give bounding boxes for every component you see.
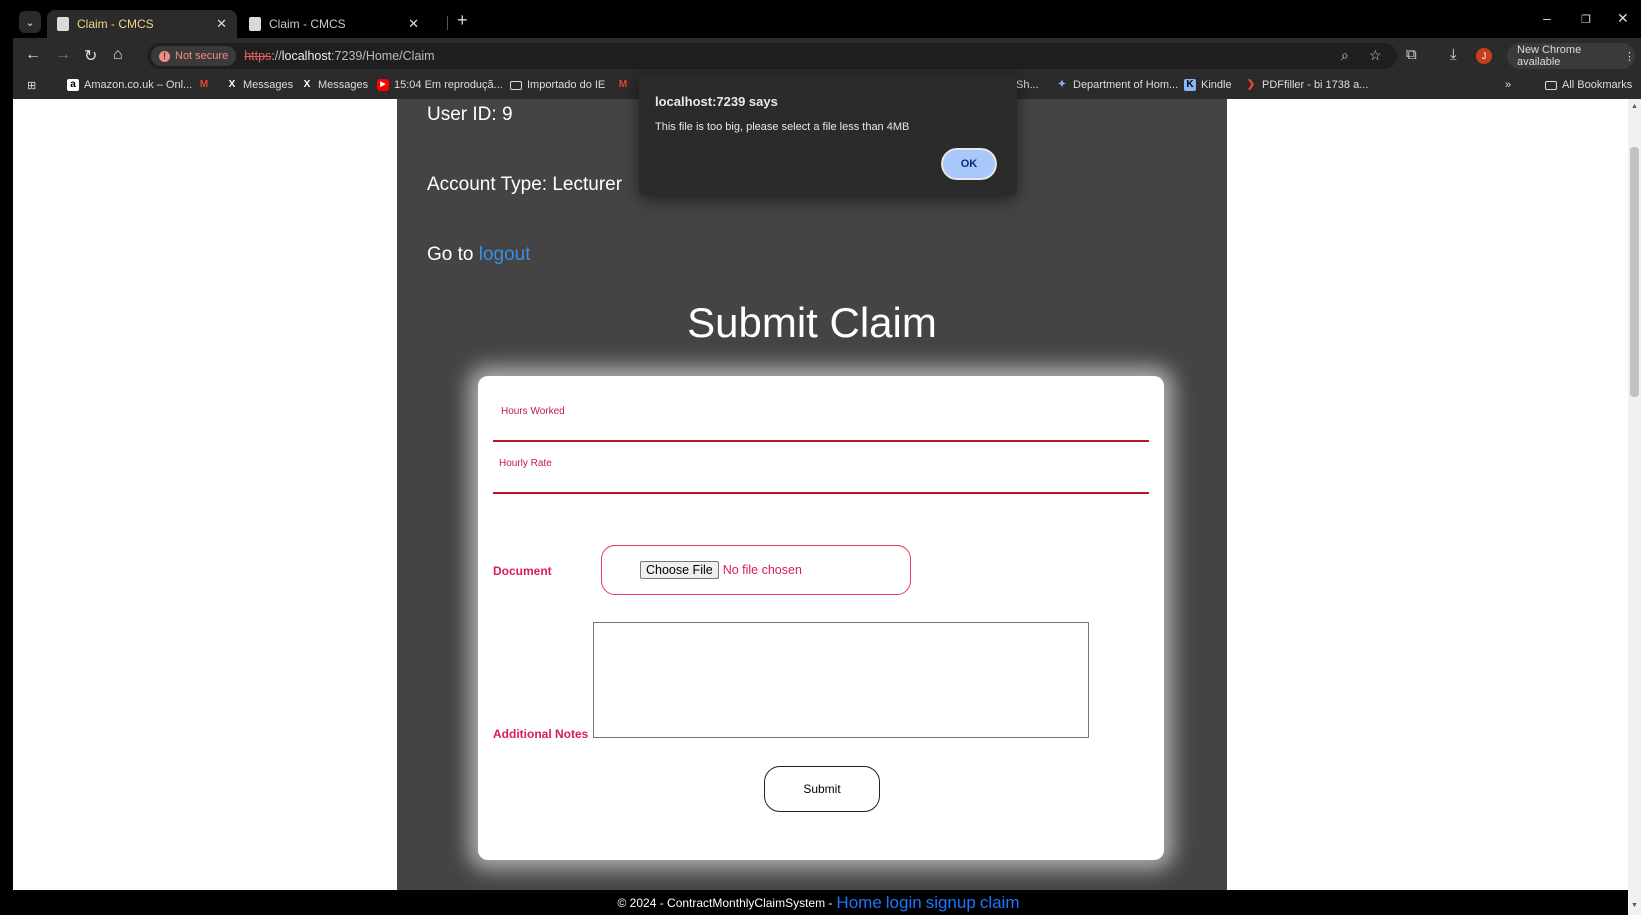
profile-avatar[interactable]: J [1476, 48, 1492, 64]
page-scrollbar[interactable]: ▲ ▼ [1628, 99, 1641, 915]
new-tab-icon[interactable]: + [457, 10, 468, 31]
more-options-icon: ⋮ [1624, 50, 1635, 63]
window-close-icon[interactable]: ✕ [1617, 10, 1629, 27]
x-icon: X [228, 79, 236, 90]
alert-dialog: localhost:7239 says This file is too big… [639, 75, 1017, 196]
page-favicon-icon [249, 17, 261, 31]
bookmark-folder-ie[interactable]: Importado do IE [510, 79, 605, 91]
dialog-title: localhost:7239 says [655, 94, 778, 109]
hours-worked-input[interactable] [493, 440, 1149, 442]
bookmark-gmail[interactable]: M [198, 79, 215, 91]
zoom-icon[interactable]: ⌕ [1341, 47, 1349, 64]
ok-button[interactable]: OK [939, 146, 999, 182]
footer-links: Home login signup claim [836, 893, 1023, 913]
footer-link-home[interactable]: Home [836, 893, 881, 912]
scroll-up-icon[interactable]: ▲ [1631, 103, 1638, 110]
dialog-message: This file is too big, please select a fi… [655, 121, 910, 133]
security-indicator[interactable]: ! Not secure [151, 46, 237, 66]
page-favicon-icon [57, 17, 69, 31]
close-icon[interactable]: ✕ [216, 16, 227, 32]
claim-form-card: Hours Worked Hourly Rate Document Choose… [478, 376, 1164, 860]
page-footer: © 2024 - ContractMonthlyClaimSystem - Ho… [13, 890, 1628, 915]
bookmark-department[interactable]: ✦ Department of Hom... [1056, 79, 1178, 91]
bookmark-gmail-2[interactable]: M [617, 79, 634, 91]
choose-file-button[interactable]: Choose File [640, 561, 719, 579]
star-icon[interactable]: ☆ [1369, 47, 1382, 64]
footer-link-claim[interactable]: claim [980, 893, 1020, 912]
hourly-rate-input[interactable] [493, 492, 1149, 494]
browser-window: ⌄ Claim - CMCS ✕ Claim - CMCS ✕ + – ❐ ✕ … [13, 4, 1641, 915]
scroll-thumb[interactable] [1630, 147, 1639, 397]
chevron-down-icon: ⌄ [25, 16, 35, 29]
bookmark-sh[interactable]: Sh... [1016, 79, 1039, 91]
bookmark-amazon[interactable]: a Amazon.co.uk – Onl... [67, 79, 192, 91]
tab-search-button[interactable]: ⌄ [19, 11, 41, 33]
close-icon[interactable]: ✕ [408, 16, 419, 32]
page-viewport: User ID: 9 Account Type: Lecturer Go to … [13, 99, 1628, 915]
document-file-input[interactable]: Choose File No file chosen [601, 545, 911, 595]
back-arrow-icon[interactable]: ← [25, 46, 41, 64]
youtube-icon: ▶ [377, 79, 389, 91]
page-title: Submit Claim [687, 299, 937, 346]
url-text: https://localhost:7239/Home/Claim [244, 49, 435, 63]
home-icon[interactable]: ⌂ [113, 46, 123, 64]
extensions-icon[interactable]: ⧉ [1406, 46, 1417, 63]
file-status-text: No file chosen [722, 563, 802, 577]
gmail-icon: M [199, 79, 209, 90]
tab-title: Claim - CMCS [269, 17, 346, 31]
tab-strip: ⌄ Claim - CMCS ✕ Claim - CMCS ✕ + – ❐ ✕ [13, 4, 1641, 38]
x-icon: X [303, 79, 311, 90]
document-label: Document [493, 564, 552, 578]
tab-claim-active[interactable]: Claim - CMCS ✕ [47, 10, 237, 38]
scroll-down-icon[interactable]: ▼ [1631, 902, 1638, 909]
logout-line: Go to logout [427, 244, 531, 265]
browser-toolbar: ← → ↻ ⌂ ! Not secure https://localhost:7… [13, 38, 1641, 74]
tab-separator [447, 16, 448, 30]
footer-link-login[interactable]: login [886, 893, 922, 912]
bookmark-kindle[interactable]: K Kindle [1184, 79, 1232, 91]
hours-worked-label: Hours Worked [501, 406, 565, 417]
department-icon: ✦ [1057, 79, 1067, 90]
bookmark-messages-1[interactable]: X Messages [226, 79, 293, 91]
folder-icon [1545, 80, 1557, 90]
apps-grid-icon[interactable]: ⊞ [27, 79, 36, 92]
security-label: Not secure [175, 50, 229, 62]
chrome-update-button[interactable]: New Chrome available ⋮ [1507, 43, 1635, 69]
user-id-text: User ID: 9 [427, 104, 513, 125]
pdffiller-icon: ❯ [1246, 79, 1256, 90]
logout-link[interactable]: logout [479, 244, 531, 265]
bookmark-youtube[interactable]: ▶ 15:04 Em reproduçã... [377, 79, 503, 91]
download-icon[interactable]: ⤓ [1450, 46, 1457, 63]
kindle-icon: K [1184, 79, 1196, 91]
folder-icon [510, 80, 522, 90]
amazon-icon: a [67, 79, 79, 91]
gmail-icon: M [618, 79, 628, 90]
warning-icon: ! [159, 50, 170, 62]
bookmarks-overflow-icon[interactable]: » [1505, 79, 1511, 91]
address-bar[interactable]: ! Not secure https://localhost:7239/Home… [147, 43, 1397, 69]
submit-button[interactable]: Submit [764, 766, 880, 812]
additional-notes-label: Additional Notes [493, 727, 589, 741]
reload-icon[interactable]: ↻ [84, 46, 97, 66]
account-type-text: Account Type: Lecturer [427, 174, 623, 195]
restore-icon[interactable]: ❐ [1581, 13, 1591, 26]
hourly-rate-label: Hourly Rate [499, 458, 552, 469]
bookmark-messages-2[interactable]: X Messages [301, 79, 368, 91]
bookmark-pdffiller[interactable]: ❯ PDFfiller - bi 1738 a... [1245, 79, 1369, 91]
tab-claim[interactable]: Claim - CMCS ✕ [239, 10, 429, 38]
additional-notes-textarea[interactable] [593, 622, 1089, 738]
copyright-text: © 2024 - ContractMonthlyClaimSystem - [617, 895, 833, 910]
minimize-icon[interactable]: – [1543, 10, 1551, 26]
tab-title: Claim - CMCS [77, 17, 154, 31]
forward-arrow-icon[interactable]: → [55, 46, 71, 64]
footer-link-signup[interactable]: signup [926, 893, 976, 912]
all-bookmarks-button[interactable]: All Bookmarks [1545, 79, 1632, 91]
